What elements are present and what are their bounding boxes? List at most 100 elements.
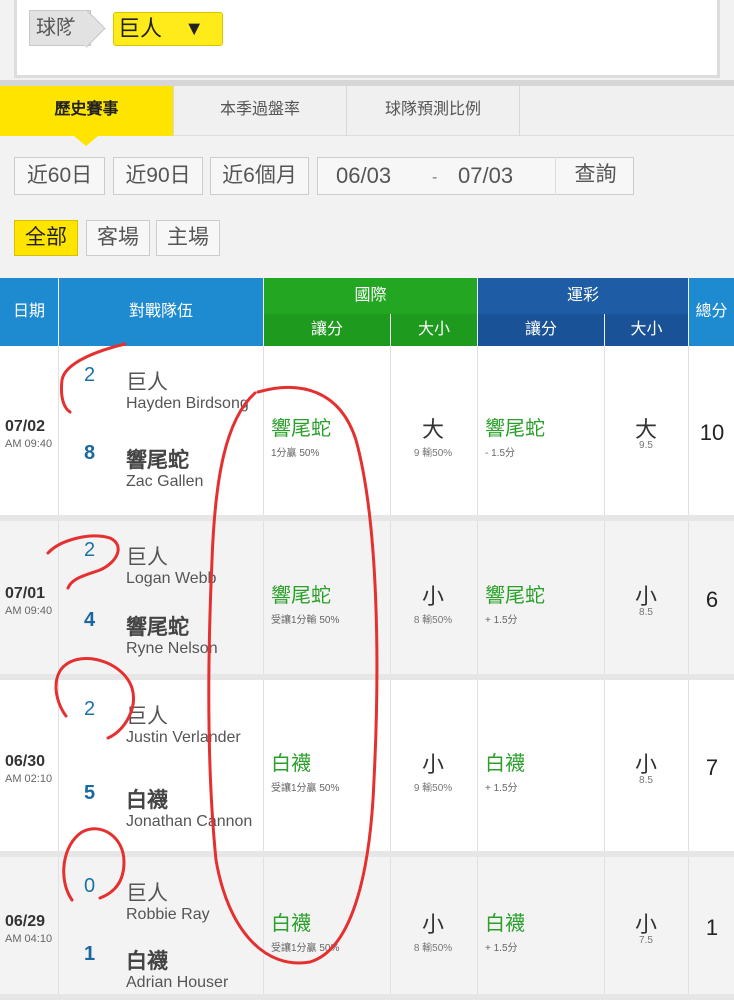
- tab-history[interactable]: 歷史賽事: [0, 86, 174, 146]
- game-date: 06/30: [5, 752, 46, 770]
- table-row[interactable]: 07/02 AM 09:40 2 巨人 Hayden Birdsong 8 響尾蛇 Zac G…: [0, 346, 734, 521]
- cell-divider: [58, 346, 59, 515]
- away-team[interactable]: 巨人: [126, 366, 168, 396]
- chevron-down-icon: ▼: [184, 18, 204, 40]
- date-separator: -: [432, 169, 438, 186]
- game-time: AM 09:40: [5, 604, 53, 617]
- cell-divider: [58, 680, 59, 851]
- col-intl-header: 國際: [264, 278, 477, 314]
- intl-ou-pick: 小: [421, 911, 444, 937]
- intl-ou-pick: 小: [421, 583, 444, 609]
- lottery-ou-line: 7.5: [639, 934, 653, 946]
- intl-spread-detail: 受讓1分輸 50%: [271, 614, 340, 626]
- intl-ou-pick: 小: [421, 751, 444, 777]
- cell-divider: [58, 857, 59, 994]
- venue-all-button[interactable]: 全部: [14, 220, 78, 256]
- game-date: 07/02: [5, 417, 46, 435]
- away-pitcher: Justin Verlander: [126, 729, 241, 746]
- intl-spread-detail: 受讓1分贏 50%: [271, 782, 340, 794]
- table-row[interactable]: 07/01 AM 09:40 2 巨人 Logan Webb 4 響尾蛇 Ryne Nelso…: [0, 521, 734, 680]
- team-select[interactable]: 巨人 ▼: [113, 12, 223, 46]
- cell-divider: [688, 346, 689, 515]
- cell-divider: [604, 346, 605, 515]
- col-intl-spread-header: 讓分: [264, 314, 390, 346]
- home-pitcher: Ryne Nelson: [126, 640, 218, 657]
- away-team[interactable]: 巨人: [126, 877, 168, 907]
- tab-bar: 歷史賽事 本季過盤率 球隊預測比例: [0, 86, 734, 146]
- home-score: 8: [84, 442, 96, 464]
- cell-divider: [688, 521, 689, 674]
- cell-divider: [604, 521, 605, 674]
- total-score: 1: [705, 914, 719, 940]
- lottery-spread-detail: + 1.5分: [485, 614, 518, 626]
- venue-away-button[interactable]: 客場: [86, 220, 150, 256]
- away-pitcher: Hayden Birdsong: [126, 395, 249, 412]
- lottery-spread-detail: + 1.5分: [485, 782, 518, 794]
- cell-divider: [604, 857, 605, 994]
- date-to-input[interactable]: 07/03: [458, 158, 513, 194]
- cell-divider: [477, 857, 478, 994]
- query-button[interactable]: 查詢: [555, 157, 635, 195]
- tab-season-cover-rate[interactable]: 本季過盤率: [174, 86, 347, 136]
- home-score: 5: [84, 782, 96, 804]
- team-filter-panel: 球隊 巨人 ▼: [14, 0, 720, 78]
- lottery-spread-detail: + 1.5分: [485, 942, 518, 954]
- venue-home-button[interactable]: 主場: [156, 220, 220, 256]
- cell-divider: [390, 521, 391, 674]
- range-60d-button[interactable]: 近60日: [14, 157, 105, 195]
- game-time: AM 02:10: [5, 772, 53, 785]
- away-score: 2: [84, 698, 96, 720]
- cell-divider: [688, 680, 689, 851]
- col-intl-ou-header: 大小: [391, 314, 477, 346]
- game-date: 06/29: [5, 912, 46, 930]
- home-team[interactable]: 白襪: [126, 945, 168, 975]
- cell-divider: [477, 680, 478, 851]
- table-row[interactable]: 06/29 AM 04:10 0 巨人 Robbie Ray 1 白襪 Adrian Hous…: [0, 857, 734, 1000]
- away-score: 2: [84, 539, 96, 561]
- cell-divider: [477, 346, 478, 515]
- game-time: AM 09:40: [5, 437, 53, 450]
- away-team[interactable]: 巨人: [126, 541, 168, 571]
- home-score: 1: [84, 943, 96, 965]
- home-team[interactable]: 白襪: [126, 784, 168, 814]
- intl-ou-detail: 8 輸50%: [413, 614, 453, 626]
- col-total-header: 總分: [689, 278, 734, 346]
- cell-divider: [263, 521, 264, 674]
- col-lottery-header: 運彩: [478, 278, 688, 314]
- game-date: 07/01: [5, 584, 46, 602]
- screen: 球隊 巨人 ▼ 歷史賽事 本季過盤率 球隊預測比例 近60日 近90日 近6個月…: [0, 0, 734, 1000]
- col-lottery-spread-header: 讓分: [478, 314, 604, 346]
- lottery-ou-line: 9.5: [639, 439, 653, 451]
- intl-spread-pick: 響尾蛇: [271, 417, 331, 440]
- intl-spread-pick: 白襪: [271, 912, 311, 935]
- col-lottery-ou-header: 大小: [605, 314, 688, 346]
- team-select-value: 巨人: [118, 16, 163, 41]
- tab-team-prediction[interactable]: 球隊預測比例: [347, 86, 520, 136]
- home-pitcher: Jonathan Cannon: [126, 813, 253, 830]
- away-team[interactable]: 巨人: [126, 700, 168, 730]
- col-teams-header: 對戰隊伍: [59, 278, 263, 346]
- lottery-ou-line: 8.5: [639, 606, 653, 618]
- col-date-header: 日期: [0, 278, 58, 346]
- date-from-input[interactable]: 06/03: [336, 158, 391, 194]
- intl-ou-pick: 大: [421, 416, 444, 442]
- away-pitcher: Robbie Ray: [126, 906, 210, 923]
- range-6m-button[interactable]: 近6個月: [210, 157, 309, 195]
- cell-divider: [390, 680, 391, 851]
- intl-ou-detail: 9 輸50%: [413, 782, 453, 794]
- lottery-spread-pick: 響尾蛇: [485, 584, 545, 607]
- date-range: 06/03 - 07/03 查詢: [317, 157, 634, 195]
- home-team[interactable]: 響尾蛇: [126, 444, 189, 474]
- range-90d-button[interactable]: 近90日: [113, 157, 203, 195]
- table-row[interactable]: 06/30 AM 02:10 2 巨人 Justin Verlander 5 白襪 Jonat…: [0, 680, 734, 857]
- cell-divider: [477, 521, 478, 674]
- home-team[interactable]: 響尾蛇: [126, 611, 189, 641]
- intl-ou-detail: 9 輸50%: [413, 447, 453, 459]
- cell-divider: [263, 346, 264, 515]
- cell-divider: [263, 857, 264, 994]
- away-score: 2: [84, 364, 96, 386]
- lottery-spread-pick: 白襪: [485, 912, 525, 935]
- intl-spread-detail: 受讓1分贏 50%: [271, 942, 340, 954]
- lottery-spread-pick: 白襪: [485, 752, 525, 775]
- intl-spread-detail: 1分贏 50%: [271, 447, 320, 459]
